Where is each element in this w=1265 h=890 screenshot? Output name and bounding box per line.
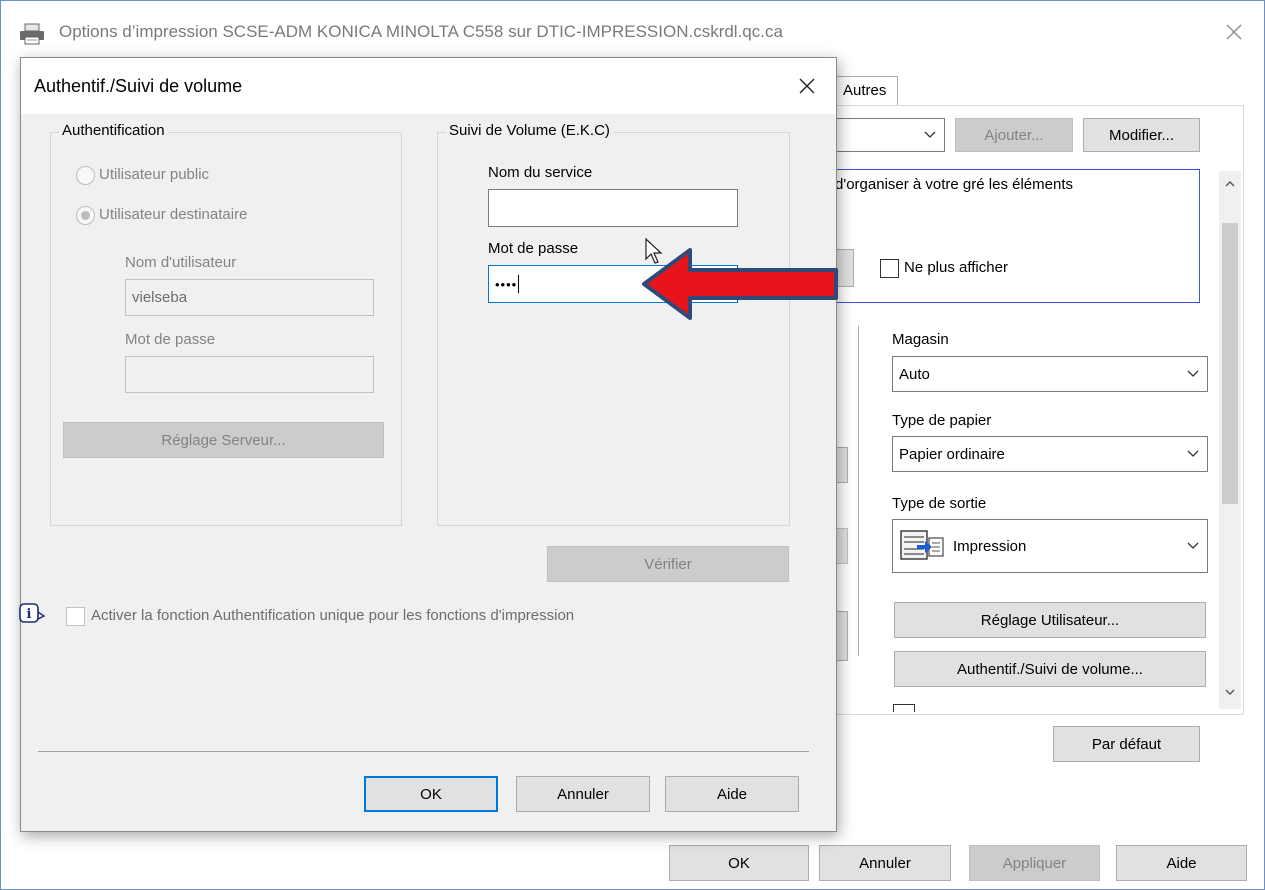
apply-button[interactable]: Appliquer [969, 845, 1100, 881]
auth-tracking-dialog: Authentif./Suivi de volume Authentificat… [19, 57, 837, 832]
info-icon: i [19, 603, 46, 623]
tab-autres[interactable]: Autres [834, 76, 898, 105]
volume-tracking-legend: Suivi de Volume (E.K.C) [446, 122, 613, 139]
user-settings-button[interactable]: Réglage Utilisateur... [894, 602, 1206, 638]
tracking-password-value: •••• [495, 276, 518, 292]
output-type-value: Impression [953, 537, 1027, 555]
main-help-button[interactable]: Aide [1116, 845, 1247, 881]
printer-icon [20, 23, 44, 45]
recipient-user-radio[interactable] [76, 206, 95, 225]
chevron-down-icon [1187, 370, 1199, 377]
window-title: Options d’impression SCSE-ADM KONICA MIN… [59, 22, 783, 41]
authentication-legend: Authentification [59, 122, 168, 139]
scroll-down-icon[interactable] [1223, 687, 1237, 697]
output-type-select[interactable]: Impression [892, 519, 1208, 573]
magasin-label: Magasin [892, 331, 949, 348]
svg-text:i: i [27, 607, 32, 622]
single-sign-on-label: Activer la fonction Authentification uni… [91, 607, 575, 624]
button-partial-1[interactable] [837, 447, 848, 483]
favorites-combo[interactable] [831, 118, 945, 152]
magasin-select[interactable]: Auto [892, 356, 1208, 392]
dialog-ok-button[interactable]: OK [364, 776, 498, 812]
public-user-label: Utilisateur public [99, 166, 210, 183]
group-border-partial [858, 326, 859, 656]
department-name-label: Nom du service [488, 164, 593, 181]
paper-type-value: Papier ordinaire [899, 445, 1005, 463]
authentication-group [50, 132, 402, 526]
arrow-icon [642, 248, 838, 320]
text-caret [518, 275, 520, 293]
checkbox-partial[interactable] [893, 704, 915, 712]
main-cancel-button[interactable]: Annuler [819, 845, 951, 881]
add-button[interactable]: Ajouter... [955, 118, 1073, 152]
scroll-thumb[interactable] [1222, 223, 1238, 504]
verify-button[interactable]: Vérifier [547, 546, 789, 582]
button-partial-2[interactable] [837, 528, 848, 564]
auth-password-field[interactable] [125, 356, 374, 393]
dialog-cancel-button[interactable]: Annuler [516, 776, 650, 812]
username-label: Nom d'utilisateur [125, 254, 237, 271]
chevron-down-icon [924, 131, 936, 138]
chevron-down-icon [1187, 542, 1199, 549]
close-icon[interactable] [1219, 17, 1249, 47]
chevron-down-icon [1187, 450, 1199, 457]
dialog-separator [38, 751, 809, 752]
dialog-help-button[interactable]: Aide [665, 776, 799, 812]
dont-show-label: Ne plus afficher [904, 259, 1008, 276]
output-tray-icon [900, 530, 944, 560]
close-icon[interactable] [792, 71, 822, 101]
auth-tracking-button[interactable]: Authentif./Suivi de volume... [894, 651, 1206, 687]
tracking-password-label: Mot de passe [488, 240, 579, 257]
modify-button[interactable]: Modifier... [1083, 118, 1200, 152]
scroll-up-icon[interactable] [1223, 179, 1237, 189]
default-button[interactable]: Par défaut [1053, 726, 1200, 762]
department-name-field[interactable] [488, 189, 738, 227]
single-sign-on-checkbox[interactable] [66, 607, 85, 626]
button-partial-3[interactable] [837, 611, 848, 661]
auth-password-label: Mot de passe [125, 331, 216, 348]
main-ok-button[interactable]: OK [669, 845, 809, 881]
magasin-value: Auto [899, 365, 930, 383]
dont-show-checkbox[interactable] [880, 259, 899, 278]
dialog-title: Authentif./Suivi de volume [34, 76, 243, 96]
message-text: d'organiser à votre gré les éléments [835, 176, 1073, 193]
paper-type-label: Type de papier [892, 412, 992, 429]
output-type-label: Type de sortie [892, 495, 987, 512]
server-settings-button[interactable]: Réglage Serveur... [63, 422, 384, 458]
paper-type-select[interactable]: Papier ordinaire [892, 436, 1208, 472]
recipient-user-label: Utilisateur destinataire [99, 206, 248, 223]
public-user-radio[interactable] [76, 166, 95, 185]
username-field[interactable]: vielseba [125, 279, 374, 316]
username-value: vielseba [132, 289, 188, 306]
